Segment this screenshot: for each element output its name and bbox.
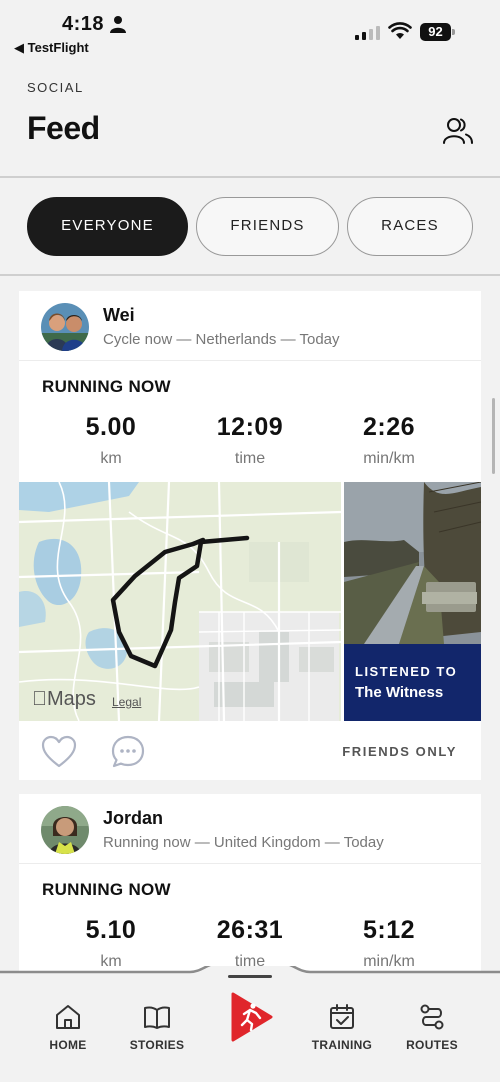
stat-value: 5:12 (362, 916, 416, 944)
nav-stories[interactable]: STORIES (117, 1002, 197, 1052)
heart-icon[interactable] (41, 735, 77, 769)
feed-filter-tabs: EVERYONE FRIENDS RACES (0, 197, 500, 257)
comment-icon[interactable] (111, 735, 145, 769)
nav-home[interactable]: HOME (28, 1002, 108, 1052)
stat-unit: km (100, 450, 122, 467)
stat-unit: min/km (363, 450, 415, 467)
record-run-button[interactable] (229, 992, 273, 1042)
feed-card[interactable]: Wei Cycle now — Netherlands — Today RUNN… (19, 291, 481, 780)
stat-value: 12:09 (216, 413, 284, 441)
map-image (19, 482, 341, 721)
stat-time: 26:31 time (180, 916, 320, 971)
tab-friends[interactable]: FRIENDS (196, 197, 339, 256)
user-name[interactable]: Wei (103, 305, 135, 326)
stat-distance: 5.10 km (41, 916, 181, 971)
nav-label: TRAINING (311, 1038, 373, 1052)
avatar[interactable] (41, 806, 89, 854)
media-label: LISTENED TO The Witness (344, 644, 481, 721)
stat-unit: time (234, 450, 266, 467)
media-card[interactable]: LISTENED TO The Witness (344, 482, 481, 721)
nav-label: HOME (49, 1038, 87, 1052)
feed-card[interactable]: Jordan Running now — United Kingdom — To… (19, 794, 481, 994)
card-divider (19, 863, 481, 864)
user-name[interactable]: Jordan (103, 808, 163, 829)
route-map[interactable]: Maps Legal (19, 482, 341, 721)
stat-value: 2:26 (362, 413, 416, 441)
book-icon (144, 1006, 170, 1029)
nav-label: STORIES (129, 1038, 185, 1052)
stat-value: 5.10 (85, 916, 137, 944)
media-title: The Witness (355, 684, 444, 701)
activity-meta: Running now — United Kingdom — Today (103, 834, 384, 851)
stat-time: 12:09 time (180, 413, 320, 468)
activity-title: RUNNING NOW (42, 377, 171, 396)
cellular-signal-icon (355, 26, 380, 40)
stat-value: 5.00 (85, 413, 137, 441)
media-kicker: LISTENED TO (355, 664, 458, 679)
nav-label: ROUTES (406, 1038, 458, 1052)
battery-indicator: 92 (420, 23, 455, 41)
person-icon (110, 16, 126, 33)
calendar-check-icon (330, 1004, 354, 1029)
card-divider (19, 360, 481, 361)
maps-logo: Maps (32, 688, 96, 710)
tabs-divider (0, 274, 500, 276)
maps-legal-link[interactable]: Legal (112, 695, 141, 709)
page-title: Feed (27, 110, 100, 146)
status-bar: 4:18 ◀ TestFlight 92 (0, 0, 500, 62)
nav-training[interactable]: TRAINING (302, 1002, 382, 1052)
activity-meta: Cycle now — Netherlands — Today (103, 331, 340, 348)
activity-title: RUNNING NOW (42, 880, 171, 899)
battery-level: 92 (420, 23, 451, 41)
home-icon (56, 1005, 80, 1029)
people-icon[interactable] (442, 115, 474, 147)
stat-distance: 5.00 km (41, 413, 181, 468)
wifi-icon (388, 22, 412, 39)
status-time: 4:18 (62, 13, 105, 35)
nav-routes[interactable]: ROUTES (392, 1002, 472, 1052)
stat-pace: 5:12 min/km (319, 916, 459, 971)
avatar[interactable] (41, 303, 89, 351)
bottom-tab-bar: HOME STORIES TRAINING ROUTES (0, 966, 500, 1082)
privacy-label: FRIENDS ONLY (342, 744, 457, 759)
tab-races[interactable]: RACES (347, 197, 473, 256)
stat-pace: 2:26 min/km (319, 413, 459, 468)
section-label: SOCIAL (27, 80, 84, 95)
stat-value: 26:31 (216, 916, 284, 944)
tab-everyone[interactable]: EVERYONE (27, 197, 188, 256)
scrollbar[interactable] (492, 398, 495, 474)
drag-handle[interactable] (228, 975, 272, 978)
back-to-app-link[interactable]: ◀ TestFlight (14, 40, 89, 56)
route-icon (420, 1004, 444, 1030)
header-divider (0, 176, 500, 178)
